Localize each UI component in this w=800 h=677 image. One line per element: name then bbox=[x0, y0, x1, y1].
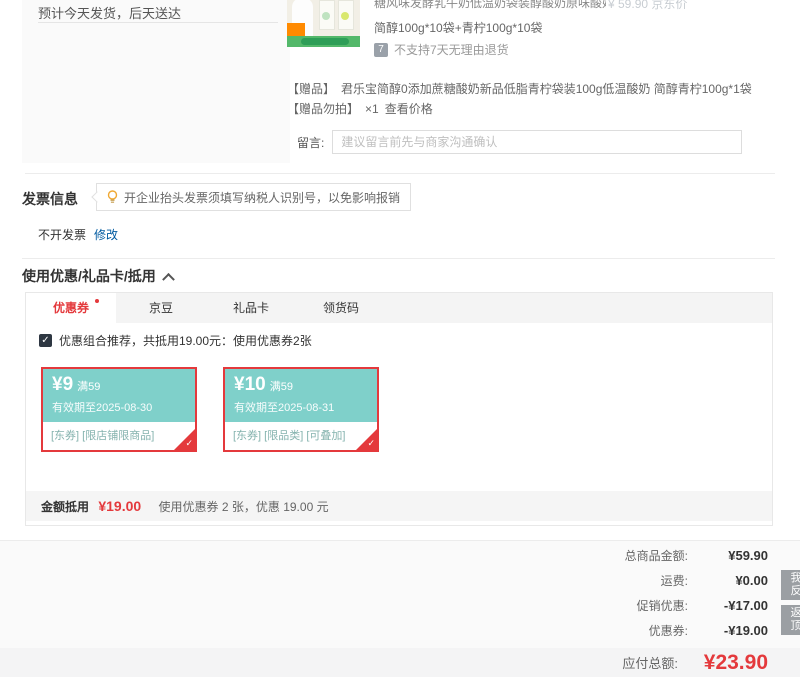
total-row-shipping: 运费: ¥0.00 bbox=[548, 572, 768, 589]
discount-tab-panel: 优惠券 京豆 礼品卡 领货码 ✓ 优惠组合推荐，共抵用19.00元：使用优惠券2… bbox=[25, 292, 773, 526]
total-label: 总商品金额: bbox=[548, 547, 688, 564]
feedback-button[interactable]: 我 反 bbox=[781, 570, 800, 600]
deduction-amount: ¥19.00 bbox=[98, 498, 141, 514]
deduction-label: 金额抵用 bbox=[41, 500, 89, 514]
payable-value: ¥23.90 bbox=[678, 651, 768, 675]
new-badge-dot-icon bbox=[95, 299, 99, 303]
payable-row: 应付总额: ¥23.90 bbox=[538, 648, 768, 677]
back-to-top-button[interactable]: 返 顶 bbox=[781, 605, 800, 635]
product-image-accent bbox=[322, 12, 330, 20]
product-image[interactable] bbox=[287, 0, 360, 47]
no-return-row: 7 不支持7天无理由退货 bbox=[374, 41, 509, 58]
payable-label: 应付总额: bbox=[538, 653, 678, 672]
invoice-edit-link[interactable]: 修改 bbox=[94, 228, 118, 242]
discount-title-text: 使用优惠/礼品卡/抵用 bbox=[22, 268, 156, 284]
payable-band: 应付总额: ¥23.90 bbox=[0, 648, 800, 677]
divider bbox=[38, 22, 278, 23]
coupon-tags: [东券] [限品类] [可叠加] bbox=[233, 427, 345, 443]
coupon-tags: [东券] [限店铺限商品] bbox=[51, 427, 154, 443]
product-image-tag bbox=[287, 23, 305, 36]
gift-text: 君乐宝简醇0添加蔗糖酸奶新品低脂青柠袋装100g低温酸奶 简醇青柠100g*1袋… bbox=[287, 82, 752, 116]
message-input[interactable] bbox=[332, 130, 742, 154]
total-value: -¥17.00 bbox=[688, 598, 768, 613]
tab-jd-beans-label: 京豆 bbox=[149, 301, 173, 315]
tab-coupon-label: 优惠券 bbox=[53, 301, 89, 315]
check-icon: ✓ bbox=[185, 438, 193, 449]
seven-day-icon: 7 bbox=[374, 43, 388, 57]
invoice-tip-text: 开企业抬头发票须填写纳税人识别号，以免影响报销 bbox=[124, 189, 400, 206]
gift-quantity: ×1 bbox=[365, 102, 379, 116]
product-image-banner-pill bbox=[301, 38, 349, 45]
view-price-link[interactable]: 查看价格 bbox=[385, 102, 433, 116]
coupon-amount: ¥9 bbox=[52, 374, 73, 395]
total-row-coupon: 优惠券: -¥19.00 bbox=[548, 622, 768, 639]
tab-coupon[interactable]: 优惠券 bbox=[26, 293, 116, 323]
total-row-promotion: 促销优惠: -¥17.00 bbox=[548, 597, 768, 614]
product-title-line1[interactable]: 糖风味发酵乳牛奶低温奶袋装醇酸奶原味酸奶 简醇 bbox=[374, 0, 606, 11]
order-summary: 总商品金额: ¥59.90 运费: ¥0.00 促销优惠: -¥17.00 优惠… bbox=[0, 540, 800, 649]
tab-gift-card-label: 礼品卡 bbox=[233, 301, 269, 315]
total-value: -¥19.00 bbox=[688, 623, 768, 638]
total-label: 促销优惠: bbox=[548, 597, 688, 614]
invoice-tip-bubble: 开企业抬头发票须填写纳税人识别号，以免影响报销 bbox=[96, 183, 411, 211]
discount-tab-bar: 优惠券 京豆 礼品卡 领货码 bbox=[26, 293, 772, 323]
total-label: 优惠券: bbox=[548, 622, 688, 639]
coupon-top: ¥9 满59 有效期至2025-08-30 bbox=[43, 369, 195, 422]
coupon-card[interactable]: ¥10 满59 有效期至2025-08-31 [东券] [限品类] [可叠加] ✓ bbox=[223, 367, 379, 452]
total-value: ¥0.00 bbox=[688, 573, 768, 588]
divider bbox=[25, 173, 775, 174]
coupon-validity: 有效期至2025-08-31 bbox=[234, 399, 377, 415]
message-row: 留言: bbox=[297, 130, 742, 154]
deduction-detail: 使用优惠券 2 张，优惠 19.00 元 bbox=[159, 500, 329, 514]
invoice-section-title: 发票信息 bbox=[22, 189, 78, 209]
chevron-up-icon[interactable] bbox=[162, 273, 175, 286]
combo-recommendation-row: ✓ 优惠组合推荐，共抵用19.00元：使用优惠券2张 bbox=[39, 332, 312, 349]
total-row-goods: 总商品金额: ¥59.90 bbox=[548, 547, 768, 564]
no-return-text: 不支持7天无理由退货 bbox=[394, 41, 509, 58]
discount-section-title[interactable]: 使用优惠/礼品卡/抵用 bbox=[22, 266, 173, 286]
total-value: ¥59.90 bbox=[688, 548, 768, 563]
tab-jd-beans[interactable]: 京豆 bbox=[116, 293, 206, 323]
product-image-accent bbox=[341, 12, 349, 20]
coupon-validity: 有效期至2025-08-30 bbox=[52, 399, 195, 415]
tab-pickup-code-label: 领货码 bbox=[323, 301, 359, 315]
gift-row: 【赠品】君乐宝简醇0添加蔗糖酸奶新品低脂青柠袋装100g低温酸奶 简醇青柠100… bbox=[287, 79, 775, 119]
invoice-current-value: 不开发票 bbox=[38, 228, 86, 242]
combo-note: 优惠组合推荐，共抵用19.00元：使用优惠券2张 bbox=[59, 332, 312, 349]
invoice-current: 不开发票修改 bbox=[38, 226, 118, 243]
delivery-panel: 预计今天发货，后天送达 bbox=[22, 0, 290, 163]
combo-checkbox[interactable]: ✓ bbox=[39, 334, 52, 347]
check-icon: ✓ bbox=[367, 438, 375, 449]
total-label: 运费: bbox=[548, 572, 688, 589]
coupon-card[interactable]: ¥9 满59 有效期至2025-08-30 [东券] [限店铺限商品] ✓ bbox=[41, 367, 197, 452]
product-title-line2[interactable]: 简醇100g*10袋+青柠100g*10袋 bbox=[374, 19, 542, 36]
divider bbox=[22, 258, 775, 259]
tab-gift-card[interactable]: 礼品卡 bbox=[206, 293, 296, 323]
product-image-banner bbox=[287, 36, 360, 47]
coupon-top: ¥10 满59 有效期至2025-08-31 bbox=[225, 369, 377, 422]
lightbulb-icon bbox=[107, 190, 118, 204]
deduction-summary-row: 金额抵用 ¥19.00 使用优惠券 2 张，优惠 19.00 元 bbox=[26, 491, 772, 521]
tab-pickup-code[interactable]: 领货码 bbox=[296, 293, 386, 323]
coupon-amount: ¥10 bbox=[234, 374, 266, 395]
delivery-note: 预计今天发货，后天送达 bbox=[38, 3, 181, 22]
coupon-condition: 满59 bbox=[270, 381, 293, 393]
coupon-condition: 满59 bbox=[77, 381, 100, 393]
product-price: ¥ 59.90 京东价 bbox=[608, 0, 687, 12]
checkout-page: 预计今天发货，后天送达 糖风味发酵乳牛奶低温奶袋装醇酸奶原味酸奶 简醇 简醇10… bbox=[0, 0, 800, 677]
message-label: 留言: bbox=[297, 134, 324, 151]
gift-label: 【赠品】 bbox=[287, 82, 335, 96]
